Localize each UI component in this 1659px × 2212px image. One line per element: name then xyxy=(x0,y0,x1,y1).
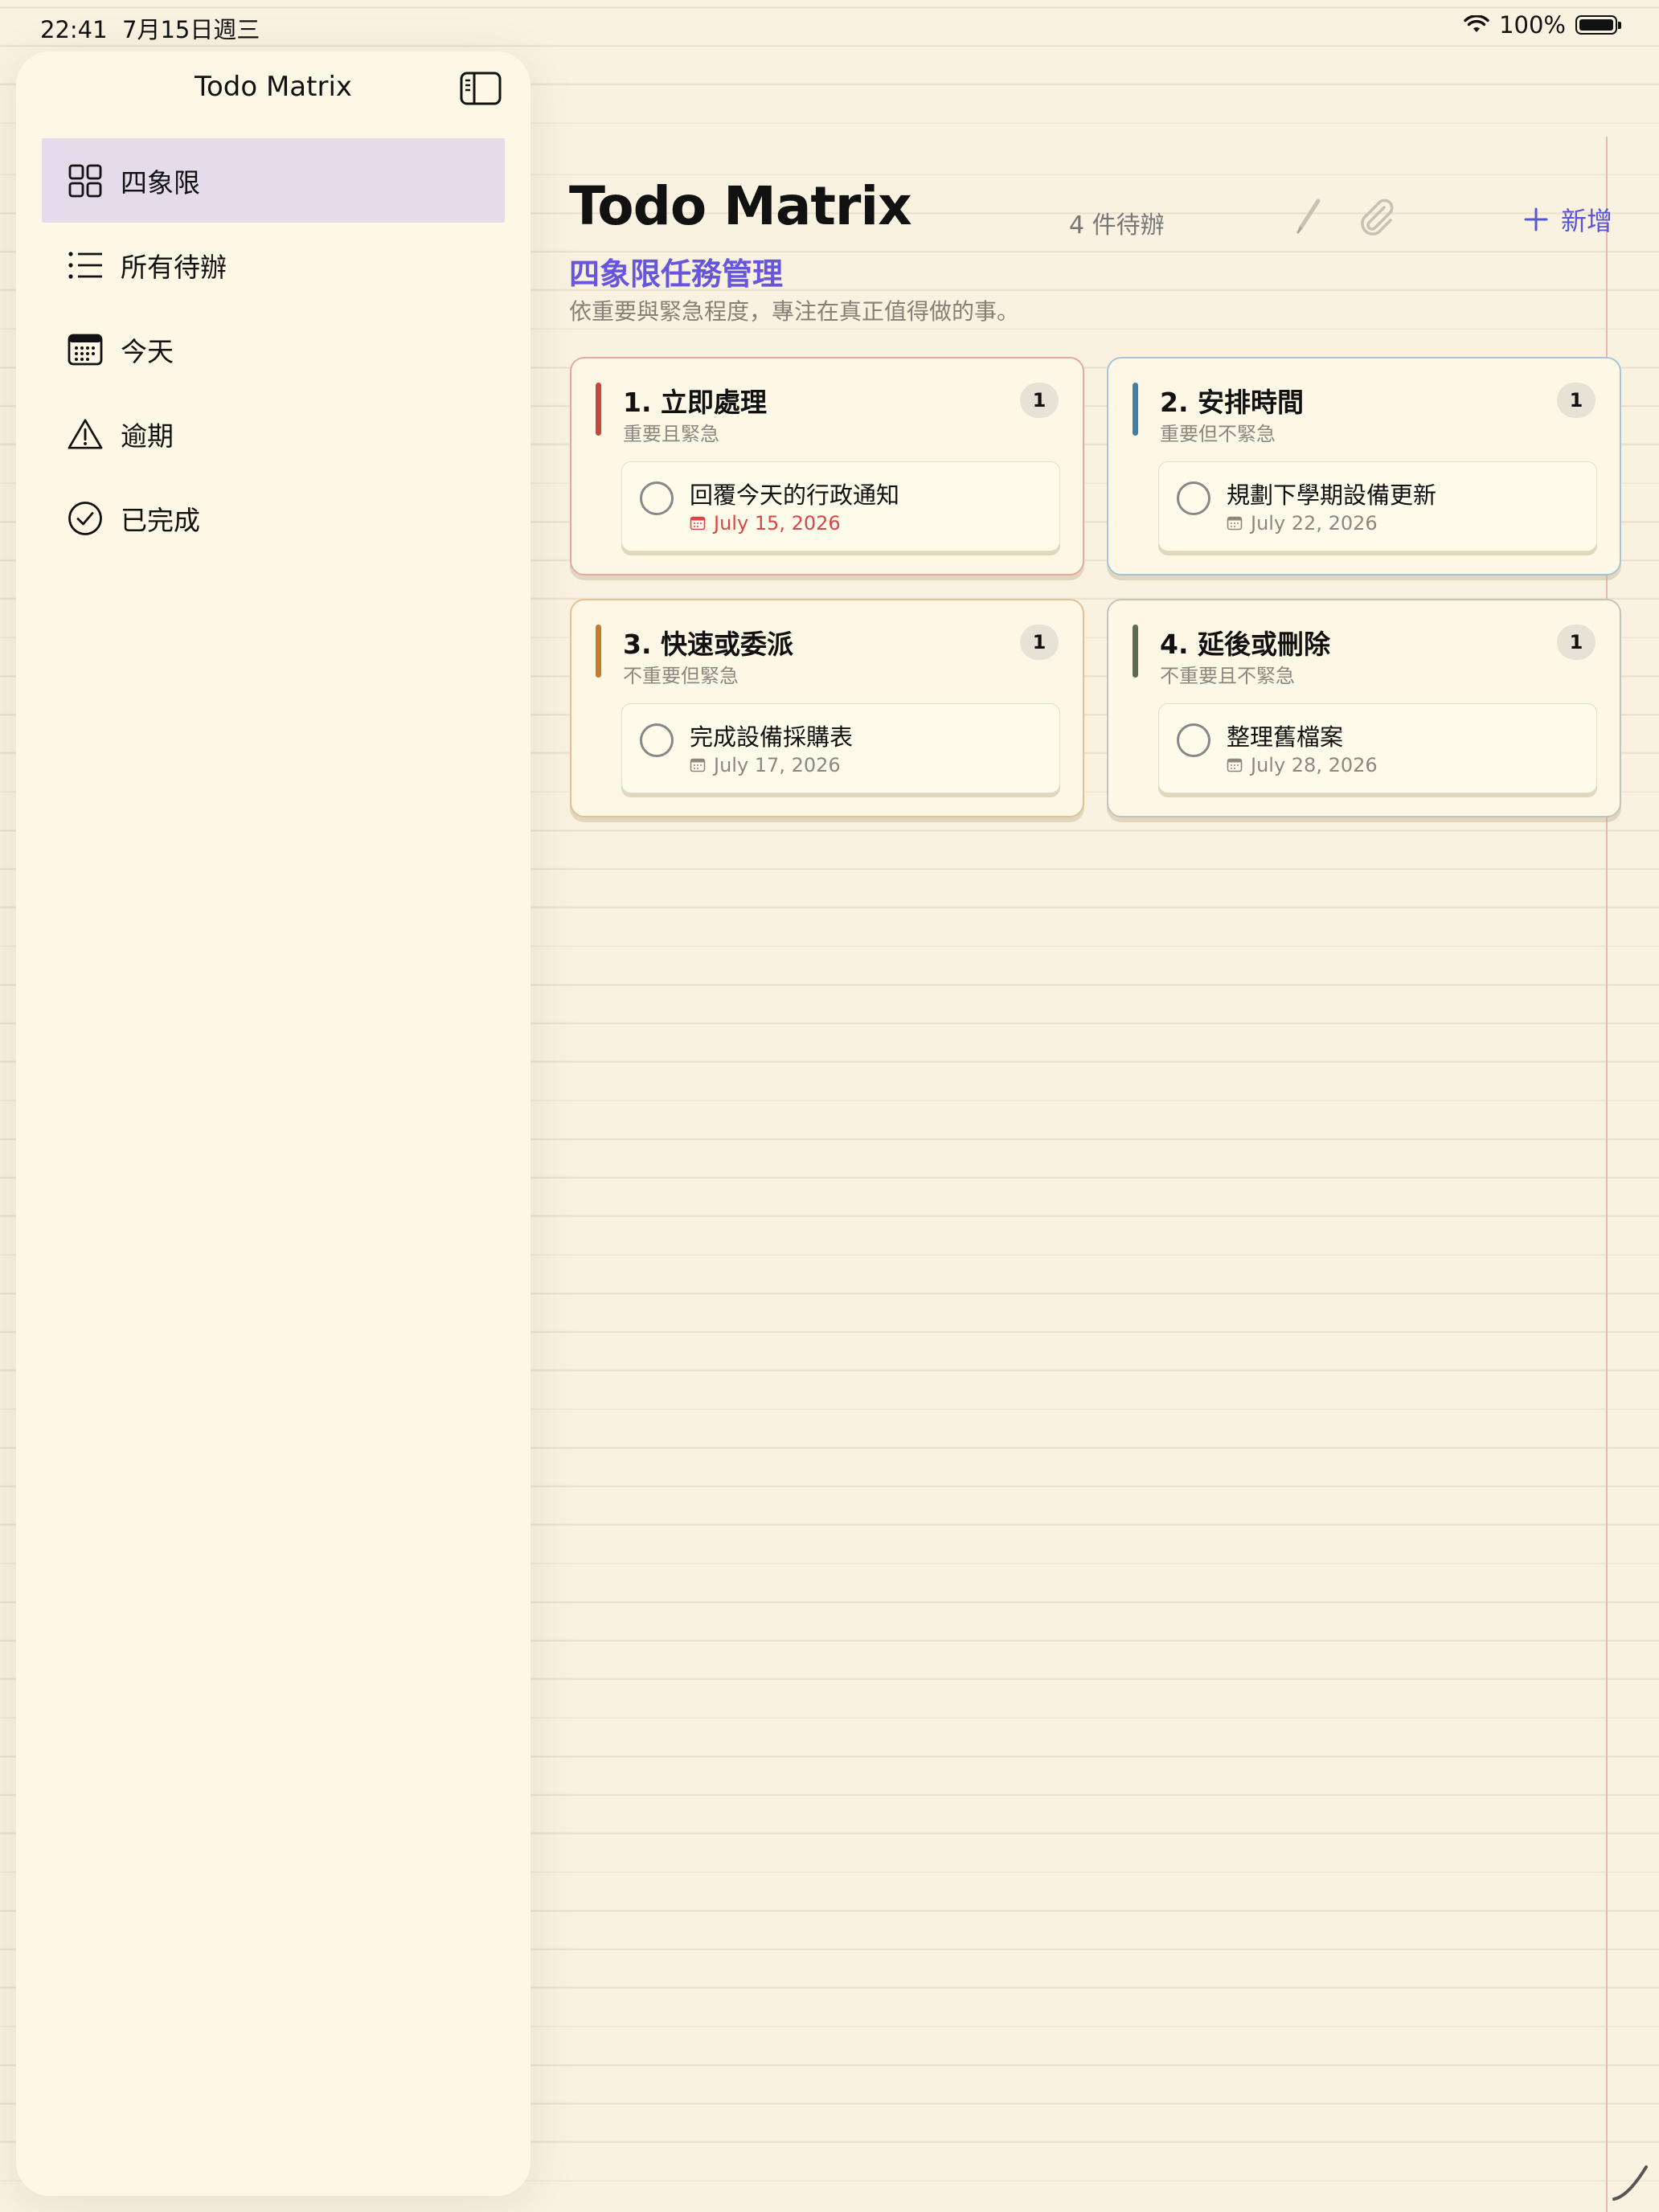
battery-icon xyxy=(1575,15,1621,35)
sidebar-item-overdue[interactable]: 逾期 xyxy=(42,391,505,476)
calendar-icon xyxy=(690,516,706,530)
task-title: 整理舊檔案 xyxy=(1227,723,1344,751)
task-checkbox[interactable] xyxy=(640,481,674,515)
task-title: 完成設備採購表 xyxy=(690,723,854,751)
status-bar-time: 22:41 7月15日週三 xyxy=(40,11,260,45)
quadrant-color-bar xyxy=(596,383,601,436)
quadrant-title: 1. 立即處理 xyxy=(623,387,767,418)
task-due-date: July 17, 2026 xyxy=(690,754,841,776)
resize-grip-icon xyxy=(1612,2165,1648,2201)
quadrant-color-bar xyxy=(596,625,601,678)
paperclip-icon[interactable] xyxy=(1355,196,1397,238)
quadrant-count-badge: 1 xyxy=(1557,625,1596,660)
wifi-icon xyxy=(1464,15,1489,32)
plus-icon xyxy=(1524,207,1548,231)
quadrant-subtitle: 重要且緊急 xyxy=(623,423,719,445)
status-date: 7月15日週三 xyxy=(122,16,260,43)
quadrant-subtitle: 重要但不緊急 xyxy=(1160,423,1276,445)
sidebar-item-today[interactable]: 今天 xyxy=(42,307,505,391)
calendar-icon xyxy=(1227,516,1243,530)
task-date-text: July 28, 2026 xyxy=(1251,754,1378,776)
pencil-icon[interactable] xyxy=(1294,198,1323,235)
sidebar-item-quadrants[interactable]: 四象限 xyxy=(42,138,505,223)
task-date-text: July 15, 2026 xyxy=(714,512,841,535)
quadrant-eliminate: 4. 延後或刪除 不重要且不緊急 1 整理舊檔案 July 28, 2026 xyxy=(1107,599,1621,817)
quadrant-title: 2. 安排時間 xyxy=(1160,387,1304,418)
status-bar-right: 100% xyxy=(1464,11,1621,39)
task-due-date: July 28, 2026 xyxy=(1227,754,1378,776)
sidebar-item-label: 所有待辦 xyxy=(121,251,227,283)
sidebar-item-label: 今天 xyxy=(121,335,174,367)
quadrant-do-now: 1. 立即處理 重要且緊急 1 回覆今天的行政通知 July 15, 2026 xyxy=(570,357,1084,576)
task-date-text: July 22, 2026 xyxy=(1251,512,1378,535)
task-date-text: July 17, 2026 xyxy=(714,754,841,776)
quadrant-subtitle: 不重要但緊急 xyxy=(623,665,739,687)
quadrant-color-bar xyxy=(1133,625,1138,678)
quadrant-title: 3. 快速或委派 xyxy=(623,629,793,660)
task-card[interactable]: 完成設備採購表 July 17, 2026 xyxy=(621,703,1060,793)
page-subtitle: 四象限任務管理 xyxy=(569,256,784,292)
task-title: 回覆今天的行政通知 xyxy=(690,481,900,509)
sidebar-item-label: 已完成 xyxy=(121,504,200,536)
pending-count: 4 件待辦 xyxy=(1069,211,1165,240)
quadrant-schedule: 2. 安排時間 重要但不緊急 1 規劃下學期設備更新 July 22, 2026 xyxy=(1107,357,1621,576)
calendar-icon xyxy=(68,332,103,367)
sidebar: Todo Matrix 四象限 所有待辦 今天 逾期 已完成 xyxy=(16,51,530,2196)
calendar-icon xyxy=(690,758,706,772)
status-time: 22:41 xyxy=(40,16,108,43)
warning-icon xyxy=(68,416,103,452)
sidebar-nav: 四象限 所有待辦 今天 逾期 已完成 xyxy=(42,138,505,560)
list-icon xyxy=(68,248,103,283)
sidebar-item-completed[interactable]: 已完成 xyxy=(42,476,505,560)
task-title: 規劃下學期設備更新 xyxy=(1227,481,1437,509)
task-checkbox[interactable] xyxy=(640,723,674,757)
checkmark-circle-icon xyxy=(68,501,103,536)
task-card[interactable]: 整理舊檔案 July 28, 2026 xyxy=(1158,703,1597,793)
sidebar-item-label: 逾期 xyxy=(121,420,174,452)
quadrant-title: 4. 延後或刪除 xyxy=(1160,629,1330,660)
quadrant-count-badge: 1 xyxy=(1557,383,1596,418)
sidebar-item-all-todos[interactable]: 所有待辦 xyxy=(42,223,505,307)
quadrant-count-badge: 1 xyxy=(1020,383,1059,418)
page-title: Todo Matrix xyxy=(569,175,912,237)
task-checkbox[interactable] xyxy=(1177,723,1210,757)
task-card[interactable]: 回覆今天的行政通知 July 15, 2026 xyxy=(621,461,1060,551)
calendar-icon xyxy=(1227,758,1243,772)
quadrant-delegate: 3. 快速或委派 不重要但緊急 1 完成設備採購表 July 17, 2026 xyxy=(570,599,1084,817)
add-button[interactable]: 新增 xyxy=(1524,201,1612,238)
sidebar-toggle-icon[interactable] xyxy=(460,71,502,106)
task-checkbox[interactable] xyxy=(1177,481,1210,515)
quadrant-subtitle: 不重要且不緊急 xyxy=(1160,665,1295,687)
sidebar-title: Todo Matrix xyxy=(194,71,353,103)
page-description: 依重要與緊急程度，專注在真正值得做的事。 xyxy=(569,298,1020,325)
task-due-date: July 15, 2026 xyxy=(690,512,841,535)
battery-percent: 100% xyxy=(1499,11,1566,39)
task-due-date: July 22, 2026 xyxy=(1227,512,1378,535)
task-card[interactable]: 規劃下學期設備更新 July 22, 2026 xyxy=(1158,461,1597,551)
quadrant-color-bar xyxy=(1133,383,1138,436)
sidebar-item-label: 四象限 xyxy=(121,166,200,199)
quadrant-count-badge: 1 xyxy=(1020,625,1059,660)
add-button-label: 新增 xyxy=(1561,206,1613,236)
grid-icon xyxy=(68,163,103,199)
